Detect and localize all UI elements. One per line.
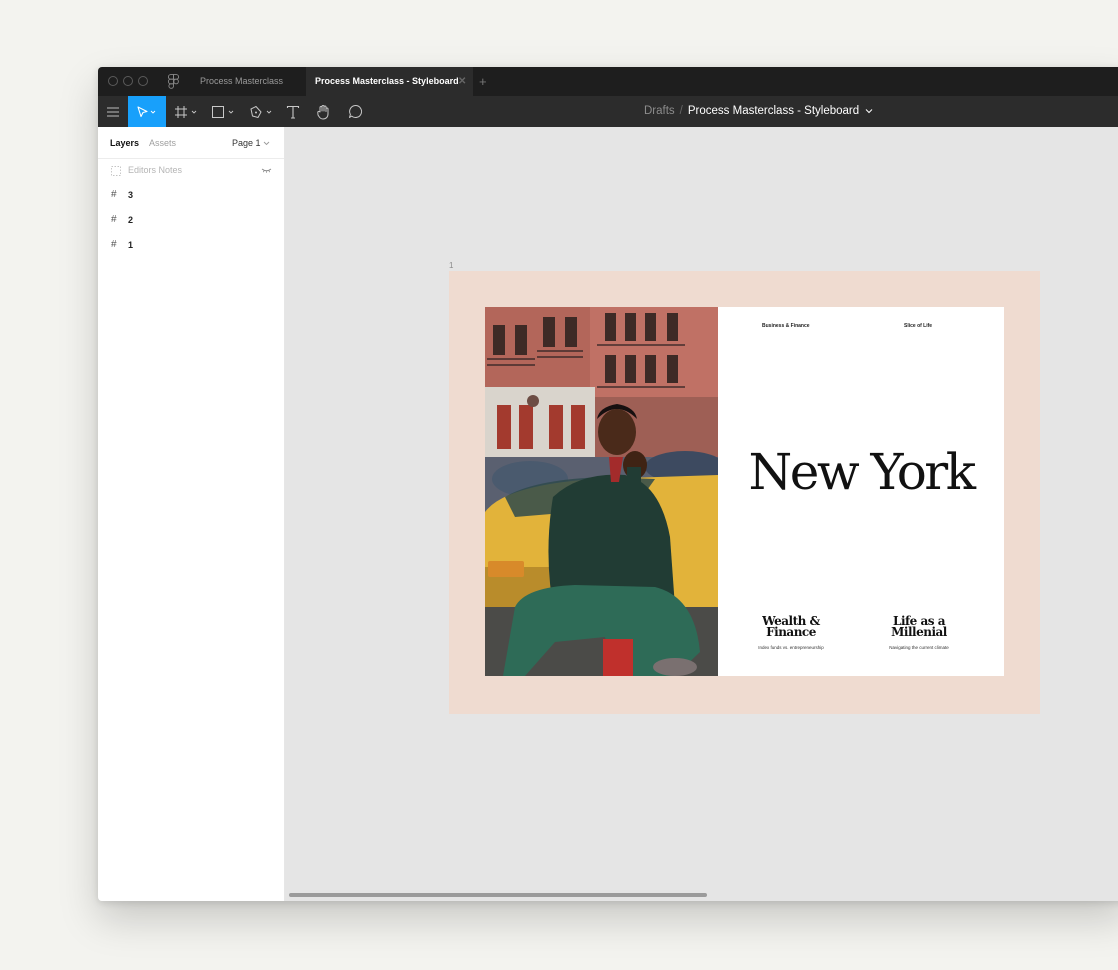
pen-tool-button[interactable] <box>247 96 277 127</box>
panel-tabs: Layers Assets Page 1 <box>98 127 284 159</box>
title-bar: Process Masterclass Process Masterclass … <box>98 67 1118 96</box>
eye-hidden-icon[interactable] <box>261 168 272 173</box>
menu-icon <box>107 107 119 116</box>
minimize-window-button[interactable] <box>123 76 133 86</box>
breadcrumb-parent[interactable]: Drafts <box>644 105 675 117</box>
text-tool-button[interactable] <box>282 96 304 127</box>
maximize-window-button[interactable] <box>138 76 148 86</box>
page-selector[interactable]: Page 1 <box>232 138 270 148</box>
frame-label[interactable]: 1 <box>449 261 453 270</box>
hidden-frame-icon <box>111 166 121 176</box>
story-title-line: Millenial <box>891 625 947 639</box>
layer-row-frame-1[interactable]: # 1 <box>98 234 284 258</box>
layer-name: 1 <box>128 240 134 250</box>
hand-tool-icon <box>317 104 329 119</box>
story-title-millenial[interactable]: Life as a Millenial <box>864 615 974 639</box>
figma-logo-icon[interactable] <box>168 74 179 89</box>
frame-tool-button[interactable] <box>172 96 202 127</box>
layer-name: Editors Notes <box>128 165 183 175</box>
chevron-down-icon <box>263 141 270 146</box>
frame-icon: # <box>111 239 117 250</box>
street-portrait-image <box>485 307 718 676</box>
shape-tool-icon <box>212 105 234 118</box>
frame-1[interactable]: Business & Finance Slice of Life New Yor… <box>449 271 1040 714</box>
text-tool-icon <box>286 105 300 119</box>
tab-styleboard[interactable]: Process Masterclass - Styleboard ✕ <box>306 67 473 96</box>
tab-layers[interactable]: Layers <box>110 138 139 148</box>
layer-row-frame-3[interactable]: # 3 <box>98 184 284 208</box>
layer-row-frame-2[interactable]: # 2 <box>98 209 284 233</box>
close-window-button[interactable] <box>108 76 118 86</box>
move-tool-button[interactable] <box>128 96 166 127</box>
magazine-spread[interactable]: Business & Finance Slice of Life New Yor… <box>485 307 1004 676</box>
tab-process-masterclass[interactable]: Process Masterclass <box>190 67 298 96</box>
new-tab-icon[interactable]: + <box>479 67 487 96</box>
horizontal-scrollbar[interactable] <box>289 893 707 897</box>
tab-assets[interactable]: Assets <box>149 138 176 148</box>
comment-tool-icon <box>348 104 362 118</box>
section-label-right[interactable]: Slice of Life <box>904 323 932 329</box>
magazine-page[interactable]: Business & Finance Slice of Life New Yor… <box>718 307 1004 676</box>
story-subtitle-wealth[interactable]: Index funds vs. entrepreneurship <box>736 645 846 650</box>
layer-row-editors-notes[interactable]: Editors Notes <box>98 159 284 183</box>
breadcrumb-separator: / <box>679 105 683 117</box>
tab-label: Process Masterclass - Styleboard <box>315 76 459 86</box>
comment-tool-button[interactable] <box>344 96 366 127</box>
pen-tool-icon <box>250 105 272 118</box>
story-subtitle-millenial[interactable]: Navigating the current climate <box>864 645 974 650</box>
section-label-left[interactable]: Business & Finance <box>762 323 810 329</box>
layer-name: 3 <box>128 190 134 200</box>
shape-tool-button[interactable] <box>209 96 239 127</box>
chevron-down-icon[interactable] <box>865 108 873 114</box>
tab-label: Process Masterclass <box>200 76 284 86</box>
toolbar: Drafts / Process Masterclass - Styleboard <box>98 96 1118 127</box>
file-name-dropdown[interactable]: Process Masterclass - Styleboard <box>688 105 859 117</box>
move-tool-icon <box>137 105 156 117</box>
frame-icon: # <box>111 214 117 225</box>
menu-button[interactable] <box>98 96 128 127</box>
story-title-wealth[interactable]: Wealth & Finance <box>736 615 846 639</box>
cover-photo[interactable] <box>485 307 718 676</box>
figma-window: Process Masterclass Process Masterclass … <box>98 67 1118 901</box>
story-title-line: Finance <box>766 625 816 639</box>
close-tab-icon[interactable]: ✕ <box>458 67 466 96</box>
hand-tool-button[interactable] <box>312 96 336 127</box>
frame-tool-icon <box>175 105 197 118</box>
layer-name: 2 <box>128 215 134 225</box>
page-selector-label: Page 1 <box>231 138 261 148</box>
breadcrumb: Drafts / Process Masterclass - Styleboard <box>644 96 873 127</box>
layers-panel: Layers Assets Page 1 Editors Notes # 3 #… <box>98 127 285 901</box>
frame-icon: # <box>111 189 117 200</box>
headline[interactable]: New York <box>718 443 1004 501</box>
canvas[interactable]: 1 Business & Finance Slice of Life New Y… <box>285 127 1118 901</box>
